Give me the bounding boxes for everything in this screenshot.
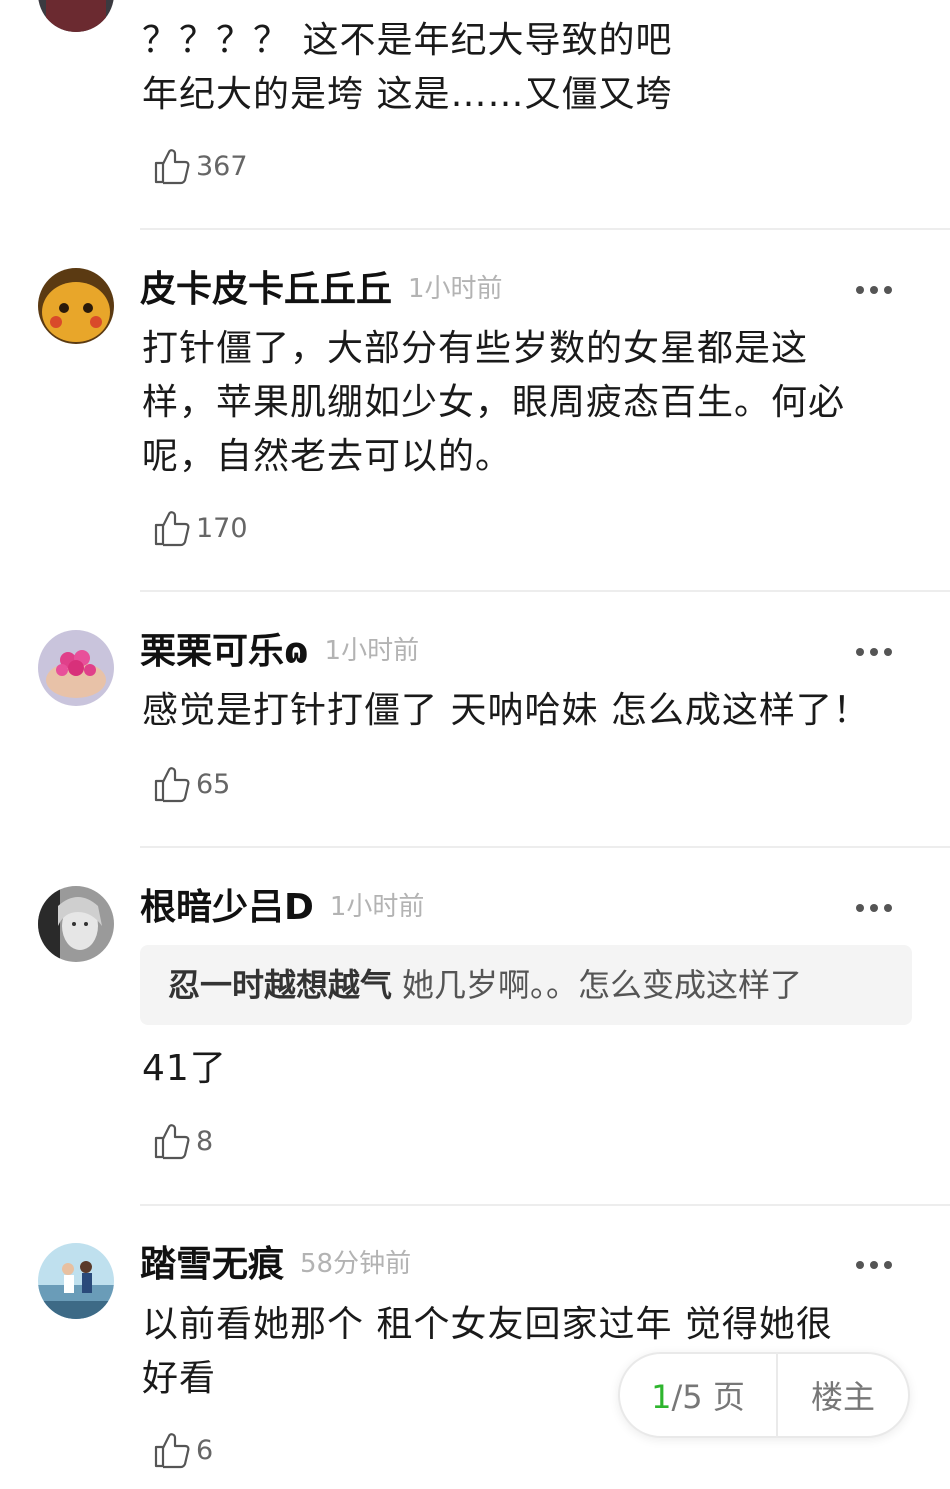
- thumbs-up-icon: [154, 511, 190, 547]
- comment-text: ？？？？ 这不是年纪大导致的吧 年纪大的是垮 这是……又僵又垮: [142, 14, 902, 122]
- username-text[interactable]: 栗栗可乐ɷ: [140, 631, 309, 672]
- avatar[interactable]: [38, 630, 114, 706]
- timestamp: 1小时前: [324, 636, 420, 666]
- quoted-username[interactable]: 忍一时越想越气: [168, 966, 392, 1004]
- like-button[interactable]: 65: [152, 764, 230, 804]
- comment-text: 打针僵了，大部分有些岁数的女星都是这 样，苹果肌绷如少女，眼周疲态百生。何必 呢…: [142, 322, 902, 484]
- username-text[interactable]: 皮卡皮卡丘丘丘: [140, 269, 392, 310]
- avatar-image: [38, 1243, 114, 1319]
- comment-line: 以前看她那个 租个女友回家过年 觉得她很: [142, 1304, 833, 1345]
- username-text[interactable]: 踏雪无痕: [140, 1244, 284, 1285]
- avatar-image: [38, 886, 114, 962]
- like-count: 367: [196, 150, 248, 182]
- more-options-icon[interactable]: [854, 646, 894, 658]
- like-button[interactable]: 8: [152, 1121, 213, 1161]
- username-text[interactable]: 根暗少吕D: [140, 887, 314, 928]
- thumbs-up-icon: [154, 1433, 190, 1469]
- like-button[interactable]: 170: [152, 508, 248, 548]
- avatar-image: [38, 630, 114, 706]
- comment-text: 感觉是打针打僵了 天呐哈妹 怎么成这样了！: [142, 684, 932, 738]
- quoted-text: 她几岁啊。。怎么变成这样了: [402, 966, 803, 1004]
- divider: [140, 228, 950, 230]
- comment-line: 样，苹果肌绷如少女，眼周疲态百生。何必: [142, 382, 846, 423]
- divider: [140, 846, 950, 848]
- like-button[interactable]: 367: [152, 146, 248, 186]
- avatar[interactable]: [38, 886, 114, 962]
- comment-text: 41了: [142, 1042, 902, 1096]
- more-options-icon[interactable]: [854, 902, 894, 914]
- avatar[interactable]: [38, 1243, 114, 1319]
- like-button[interactable]: 6: [152, 1430, 213, 1470]
- like-count: 170: [196, 512, 248, 544]
- current-page: 1: [651, 1378, 672, 1416]
- owner-only-button[interactable]: 楼主: [778, 1372, 908, 1418]
- like-count: 6: [196, 1434, 214, 1466]
- comment-line: 年纪大的是垮 这是……又僵又垮: [142, 74, 673, 115]
- divider: [140, 1204, 950, 1206]
- timestamp: 1小时前: [408, 274, 503, 304]
- timestamp: 58分钟前: [300, 1249, 412, 1279]
- divider: [140, 590, 950, 592]
- comment-line: ？？？？ 这不是年纪大导致的吧: [142, 20, 673, 61]
- like-count: 8: [196, 1125, 214, 1157]
- page-indicator-button[interactable]: 1/5 页: [620, 1372, 776, 1418]
- username[interactable]: 踏雪无痕 58分钟前: [140, 1247, 411, 1283]
- quoted-reply[interactable]: 忍一时越想越气 她几岁啊。。怎么变成这样了: [140, 945, 912, 1025]
- avatar[interactable]: [38, 0, 114, 32]
- username[interactable]: 栗栗可乐ɷ 1小时前: [140, 634, 419, 670]
- username[interactable]: 皮卡皮卡丘丘丘 1小时前: [140, 272, 503, 308]
- avatar-image: [38, 0, 114, 32]
- comment-line: 打针僵了，大部分有些岁数的女星都是这: [142, 328, 809, 369]
- thumbs-up-icon: [154, 1124, 190, 1160]
- more-options-icon[interactable]: [854, 284, 894, 296]
- comment-line: 感觉是打针打僵了 天呐哈妹 怎么成这样了！: [142, 690, 870, 731]
- avatar[interactable]: [38, 268, 114, 344]
- comment-line: 41了: [142, 1048, 227, 1089]
- username[interactable]: 根暗少吕D 1小时前: [140, 890, 424, 926]
- avatar-image: [38, 268, 114, 344]
- thumbs-up-icon: [154, 767, 190, 803]
- like-count: 65: [196, 768, 231, 800]
- more-options-icon[interactable]: [854, 1259, 894, 1271]
- timestamp: 1小时前: [329, 892, 425, 922]
- thumbs-up-icon: [154, 149, 190, 185]
- comment-line: 呢，自然老去可以的。: [142, 436, 513, 477]
- floating-pager: 1/5 页 楼主: [618, 1352, 910, 1438]
- total-pages: /5 页: [671, 1378, 745, 1416]
